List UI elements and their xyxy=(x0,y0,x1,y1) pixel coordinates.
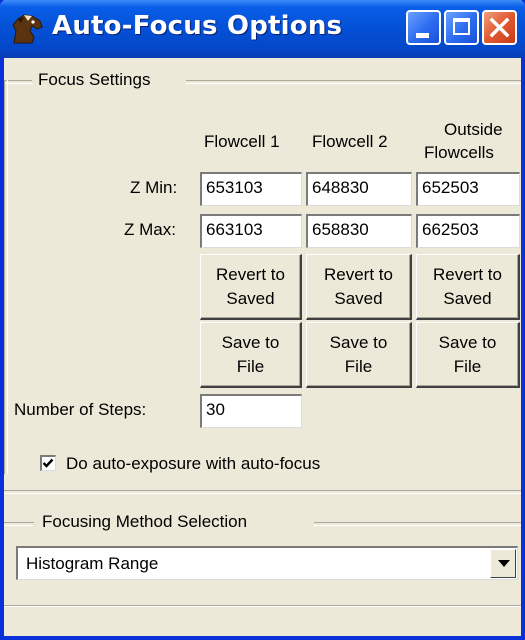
group-divider xyxy=(4,522,34,526)
z-min-flowcell-1-input[interactable]: 653103 xyxy=(200,172,302,206)
button-label-line1: Revert to xyxy=(216,265,285,284)
chevron-down-icon xyxy=(498,560,510,567)
z-max-flowcell-2-input[interactable]: 658830 xyxy=(306,214,412,248)
save-flowcell-1-button[interactable]: Save to File xyxy=(200,322,302,388)
focusing-method-select[interactable]: Histogram Range xyxy=(16,546,518,580)
button-label-line1: Save to xyxy=(329,333,388,352)
revert-flowcell-1-button[interactable]: Revert to Saved xyxy=(200,254,302,320)
number-of-steps-label: Number of Steps: xyxy=(14,400,147,419)
group-divider xyxy=(314,522,521,526)
z-max-outside-input[interactable]: 662503 xyxy=(416,214,520,248)
horse-head-icon xyxy=(12,14,43,44)
group-border xyxy=(4,80,8,474)
section-divider xyxy=(4,490,521,494)
button-label-line1: Revert to xyxy=(433,265,502,284)
close-icon xyxy=(489,17,510,38)
close-button[interactable] xyxy=(482,10,517,45)
button-label-line2: Saved xyxy=(443,289,492,308)
button-label-line2: File xyxy=(344,357,373,376)
auto-exposure-label[interactable]: Do auto-exposure with auto-focus xyxy=(66,454,320,474)
minimize-icon xyxy=(408,12,439,43)
column-header-flowcell-2: Flowcell 2 xyxy=(312,132,388,151)
button-label-line2: Saved xyxy=(226,289,275,308)
status-bar xyxy=(4,605,521,637)
z-max-label: Z Max: xyxy=(124,220,176,239)
checkmark-icon xyxy=(42,458,54,468)
z-max-flowcell-1-input[interactable]: 663103 xyxy=(200,214,302,248)
z-min-outside-input[interactable]: 652503 xyxy=(416,172,520,206)
focus-settings-group-label: Focus Settings xyxy=(38,70,151,89)
column-header-flowcell-1: Flowcell 1 xyxy=(204,132,280,151)
revert-flowcell-2-button[interactable]: Revert to Saved xyxy=(306,254,412,320)
maximize-button[interactable] xyxy=(444,10,479,45)
button-label-line2: File xyxy=(453,357,482,376)
column-header-outside-line2: Flowcells xyxy=(424,143,494,162)
auto-focus-options-window: Auto-Focus Options Focus Settings Flowce… xyxy=(0,0,525,640)
z-min-flowcell-2-input[interactable]: 648830 xyxy=(306,172,412,206)
minimize-button[interactable] xyxy=(406,10,441,45)
column-header-outside-line1: Outside xyxy=(444,120,503,139)
button-label-line2: File xyxy=(236,357,265,376)
title-bar[interactable]: Auto-Focus Options xyxy=(0,0,525,58)
button-label-line1: Save to xyxy=(221,333,280,352)
group-divider xyxy=(4,80,32,84)
focusing-method-selected-value: Histogram Range xyxy=(26,554,159,573)
button-label-line1: Save to xyxy=(438,333,497,352)
number-of-steps-input[interactable]: 30 xyxy=(200,394,302,428)
revert-outside-button[interactable]: Revert to Saved xyxy=(416,254,520,320)
maximize-icon xyxy=(446,12,477,43)
save-flowcell-2-button[interactable]: Save to File xyxy=(306,322,412,388)
button-label-line2: Saved xyxy=(334,289,383,308)
auto-exposure-checkbox[interactable] xyxy=(40,455,56,471)
window-title: Auto-Focus Options xyxy=(52,11,343,41)
z-min-label: Z Min: xyxy=(130,178,178,197)
dialog-content: Focus Settings Flowcell 1 Flowcell 2 Out… xyxy=(4,58,521,636)
save-outside-button[interactable]: Save to File xyxy=(416,322,520,388)
focusing-method-group-label: Focusing Method Selection xyxy=(42,512,248,531)
group-divider xyxy=(186,80,521,84)
dropdown-button[interactable] xyxy=(490,549,516,578)
button-label-line1: Revert to xyxy=(324,265,393,284)
